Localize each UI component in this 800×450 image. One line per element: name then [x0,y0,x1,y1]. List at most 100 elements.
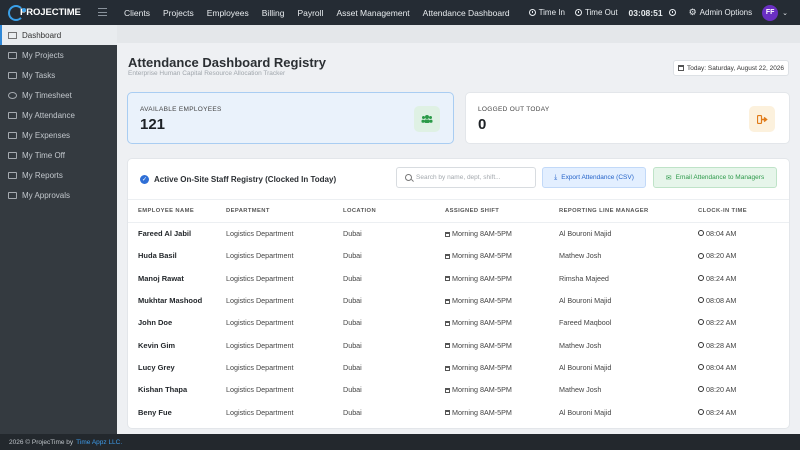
column-header[interactable]: REPORTING LINE MANAGER [559,199,698,223]
clock-in-time: 08:20 AM [698,245,789,267]
clock-icon [698,408,704,415]
clock-icon [698,386,704,393]
footer-text: 2026 © ProjecTime by [9,438,74,446]
calendar-icon [445,298,450,304]
assigned-shift: Morning 8AM-5PM [445,379,559,401]
table-header-row: EMPLOYEE NAME DEPARTMENT LOCATION ASSIGN… [128,199,789,223]
main-content: Attendance Dashboard Registry Enterprise… [117,25,800,434]
sidebar-item-my-approvals[interactable]: My Approvals [0,185,117,205]
line-manager: Mathew Josh [559,251,602,261]
table-row[interactable]: Kevin Gim Logistics Department Dubai Mornin… [128,334,789,356]
column-header[interactable]: LOCATION [343,199,445,223]
app-logo[interactable]: PROJECTIME [8,4,81,21]
top-right-controls: Time In Time Out 03:08:51 ⚙ Admin Option… [519,0,788,25]
assigned-shift: Morning 8AM-5PM [445,401,559,423]
table-row[interactable]: Manoj Rawat Logistics Department Dubai Morn… [128,267,789,289]
department: Logistics Department [226,273,294,283]
time-in-label: Time In [538,8,565,17]
department: Logistics Department [226,229,294,239]
employee-name: Manoj Rawat [138,273,184,283]
line-manager: Fareed Maqbool [559,318,612,328]
clock-icon [698,230,704,237]
email-managers-button[interactable]: ✉ Email Attendance to Managers [653,167,777,188]
assigned-shift: Morning 8AM-5PM [445,267,559,289]
table-row[interactable]: Beny Fue Logistics Department Dubai Morning… [128,401,789,423]
time-out-button[interactable]: Time Out [574,8,618,17]
calendar-icon [445,231,450,237]
table-row[interactable]: Lucy Grey Logistics Department Dubai Mornin… [128,356,789,378]
sidebar-item-my-timesheet[interactable]: My Timesheet [0,85,117,105]
employee-name: Lucy Grey [138,362,175,372]
column-header[interactable]: DEPARTMENT [226,199,343,223]
clock-in-time: 08:24 AM [698,401,789,423]
shift-text: Morning 8AM-5PM [452,296,512,306]
sidebar-item-dashboard[interactable]: Dashboard [0,25,117,45]
assigned-shift: Morning 8AM-5PM [445,289,559,311]
nav-asset-management[interactable]: Asset Management [336,8,409,18]
time-in-button[interactable]: Time In [528,8,565,17]
export-csv-button[interactable]: ⤓ Export Attendance (CSV) [542,167,646,188]
search-input[interactable] [416,174,526,181]
shift-text: Morning 8AM-5PM [452,229,512,239]
clock-in-text: 08:20 AM [706,385,737,395]
column-header[interactable]: ASSIGNED SHIFT [445,199,559,223]
card-label: LOGGED OUT TODAY [478,106,550,113]
card-value: 121 [140,116,166,133]
sidebar-item-label: My Attendance [22,110,75,120]
main-top-strip [117,25,800,43]
employee-name: Huda Basil [138,251,177,261]
sidebar-item-my-expenses[interactable]: My Expenses [0,125,117,145]
clock-in-text: 08:04 AM [706,362,737,372]
clock-in-time: 08:20 AM [698,379,789,401]
location: Dubai [343,229,362,239]
nav-billing[interactable]: Billing [262,8,285,18]
shift-text: Morning 8AM-5PM [452,273,512,283]
column-header[interactable]: EMPLOYEE NAME [128,199,226,223]
table-row[interactable]: Fareed Al Jabil Logistics Department Dubai… [128,223,789,245]
search-box[interactable] [396,167,536,188]
employee-name: John Doe [138,318,173,328]
calendar-icon [445,320,450,326]
nav-payroll[interactable]: Payroll [297,8,323,18]
table-row[interactable]: Kishan Thapa Logistics Department Dubai Mor… [128,379,789,401]
chevron-down-icon[interactable]: ⌄ [782,9,788,17]
assigned-shift: Morning 8AM-5PM [445,245,559,267]
line-manager: Mathew Josh [559,340,602,350]
nav-clients[interactable]: Clients [124,8,150,18]
clock-in-text: 08:28 AM [706,340,737,350]
sidebar-item-label: My Approvals [22,190,71,200]
column-header[interactable]: CLOCK-IN TIME [698,199,789,223]
location: Dubai [343,385,362,395]
calendar-icon [445,365,450,371]
sidebar-item-my-tasks[interactable]: My Tasks [0,65,117,85]
table-row[interactable]: Mukhtar Mashood Logistics Department Dubai… [128,289,789,311]
sign-out-icon [749,106,775,132]
sidebar: Dashboard My Projects My Tasks My Timesh… [0,25,117,434]
sidebar-item-my-time-off[interactable]: My Time Off [0,145,117,165]
nav-employees[interactable]: Employees [207,8,249,18]
hamburger-menu-icon[interactable] [98,8,107,16]
clock-icon [698,364,704,371]
sidebar-item-my-projects[interactable]: My Projects [0,45,117,65]
location: Dubai [343,407,362,417]
clock-icon [528,9,536,16]
avatar[interactable]: FF [762,4,779,21]
calendar-icon [445,254,450,260]
table-row[interactable]: John Doe Logistics Department Dubai Morning… [128,312,789,334]
shift-text: Morning 8AM-5PM [452,340,512,350]
sidebar-item-my-attendance[interactable]: My Attendance [0,105,117,125]
admin-options-menu[interactable]: ⚙ Admin Options [689,7,753,18]
nav-projects[interactable]: Projects [163,8,194,18]
clock-icon [8,91,17,99]
employee-name: Kishan Thapa [138,385,188,395]
clock-icon [574,9,582,16]
nav-attendance-dashboard[interactable]: Attendance Dashboard [423,8,510,18]
shift-text: Morning 8AM-5PM [452,385,512,395]
footer: 2026 © ProjecTime by Time Appz LLC. [0,434,800,450]
clock-in-text: 08:24 AM [706,273,737,283]
location: Dubai [343,273,362,283]
sidebar-item-my-reports[interactable]: My Reports [0,165,117,185]
table-row[interactable]: Huda Basil Logistics Department Dubai Morni… [128,245,789,267]
footer-link[interactable]: Time Appz LLC. [76,439,122,446]
date-badge: Today: Saturday, August 22, 2026 [673,60,789,76]
